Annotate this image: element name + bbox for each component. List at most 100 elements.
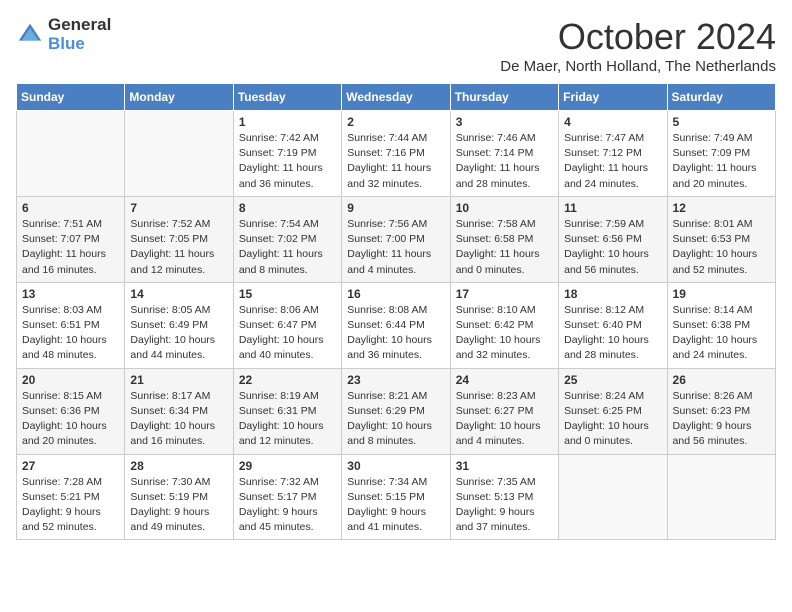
day-info: Sunrise: 8:08 AM Sunset: 6:44 PM Dayligh… xyxy=(347,303,444,364)
day-number: 6 xyxy=(22,201,119,215)
day-number: 26 xyxy=(673,373,770,387)
day-number: 10 xyxy=(456,201,553,215)
day-info: Sunrise: 8:21 AM Sunset: 6:29 PM Dayligh… xyxy=(347,389,444,450)
day-info: Sunrise: 7:28 AM Sunset: 5:21 PM Dayligh… xyxy=(22,475,119,536)
weekday-header-wednesday: Wednesday xyxy=(342,84,450,111)
day-number: 2 xyxy=(347,115,444,129)
day-info: Sunrise: 8:24 AM Sunset: 6:25 PM Dayligh… xyxy=(564,389,661,450)
calendar-cell: 17 Sunrise: 8:10 AM Sunset: 6:42 PM Dayli… xyxy=(450,282,558,368)
day-info: Sunrise: 7:54 AM Sunset: 7:02 PM Dayligh… xyxy=(239,217,336,278)
weekday-header-saturday: Saturday xyxy=(667,84,775,111)
calendar-cell: 5 Sunrise: 7:49 AM Sunset: 7:09 PM Daylig… xyxy=(667,111,775,197)
day-info: Sunrise: 7:44 AM Sunset: 7:16 PM Dayligh… xyxy=(347,131,444,192)
day-info: Sunrise: 8:05 AM Sunset: 6:49 PM Dayligh… xyxy=(130,303,227,364)
day-info: Sunrise: 7:49 AM Sunset: 7:09 PM Dayligh… xyxy=(673,131,770,192)
calendar-week-4: 20 Sunrise: 8:15 AM Sunset: 6:36 PM Dayli… xyxy=(17,368,776,454)
calendar-cell: 25 Sunrise: 8:24 AM Sunset: 6:25 PM Dayli… xyxy=(559,368,667,454)
calendar-cell: 24 Sunrise: 8:23 AM Sunset: 6:27 PM Dayli… xyxy=(450,368,558,454)
day-number: 24 xyxy=(456,373,553,387)
day-info: Sunrise: 7:52 AM Sunset: 7:05 PM Dayligh… xyxy=(130,217,227,278)
calendar-cell xyxy=(125,111,233,197)
day-info: Sunrise: 8:01 AM Sunset: 6:53 PM Dayligh… xyxy=(673,217,770,278)
calendar-week-1: 1 Sunrise: 7:42 AM Sunset: 7:19 PM Daylig… xyxy=(17,111,776,197)
day-number: 13 xyxy=(22,287,119,301)
day-number: 12 xyxy=(673,201,770,215)
day-info: Sunrise: 8:19 AM Sunset: 6:31 PM Dayligh… xyxy=(239,389,336,450)
day-number: 16 xyxy=(347,287,444,301)
day-number: 28 xyxy=(130,459,227,473)
day-info: Sunrise: 7:51 AM Sunset: 7:07 PM Dayligh… xyxy=(22,217,119,278)
day-number: 27 xyxy=(22,459,119,473)
day-info: Sunrise: 8:17 AM Sunset: 6:34 PM Dayligh… xyxy=(130,389,227,450)
calendar-cell: 18Sunrise: 8:12 AM Sunset: 6:40 PM Dayli… xyxy=(559,282,667,368)
day-info: Sunrise: 7:35 AM Sunset: 5:13 PM Dayligh… xyxy=(456,475,553,536)
calendar-week-2: 6 Sunrise: 7:51 AM Sunset: 7:07 PM Daylig… xyxy=(17,196,776,282)
day-info: Sunrise: 7:58 AM Sunset: 6:58 PM Dayligh… xyxy=(456,217,553,278)
day-info: Sunrise: 7:56 AM Sunset: 7:00 PM Dayligh… xyxy=(347,217,444,278)
calendar-cell: 1 Sunrise: 7:42 AM Sunset: 7:19 PM Daylig… xyxy=(233,111,341,197)
day-number: 20 xyxy=(22,373,119,387)
month-title: October 2024 xyxy=(500,16,776,58)
day-number: 29 xyxy=(239,459,336,473)
day-info: Sunrise: 8:14 AM Sunset: 6:38 PM Dayligh… xyxy=(673,303,770,364)
day-info: Sunrise: 8:15 AM Sunset: 6:36 PM Dayligh… xyxy=(22,389,119,450)
day-number: 30 xyxy=(347,459,444,473)
calendar-cell: 12 Sunrise: 8:01 AM Sunset: 6:53 PM Dayli… xyxy=(667,196,775,282)
day-number: 11 xyxy=(564,201,661,215)
calendar-cell: 26 Sunrise: 8:26 AM Sunset: 6:23 PM Dayli… xyxy=(667,368,775,454)
day-number: 17 xyxy=(456,287,553,301)
calendar-table: SundayMondayTuesdayWednesdayThursdayFrid… xyxy=(16,83,776,540)
day-number: 23 xyxy=(347,373,444,387)
weekday-header-monday: Monday xyxy=(125,84,233,111)
location: De Maer, North Holland, The Netherlands xyxy=(500,58,776,75)
weekday-header-tuesday: Tuesday xyxy=(233,84,341,111)
day-number: 3 xyxy=(456,115,553,129)
day-number: 15 xyxy=(239,287,336,301)
calendar-cell: 3 Sunrise: 7:46 AM Sunset: 7:14 PM Daylig… xyxy=(450,111,558,197)
day-number: 7 xyxy=(130,201,227,215)
calendar-cell: 15Sunrise: 8:06 AM Sunset: 6:47 PM Dayli… xyxy=(233,282,341,368)
calendar-cell: 6 Sunrise: 7:51 AM Sunset: 7:07 PM Daylig… xyxy=(17,196,125,282)
day-info: Sunrise: 7:30 AM Sunset: 5:19 PM Dayligh… xyxy=(130,475,227,536)
day-number: 21 xyxy=(130,373,227,387)
calendar-week-5: 27 Sunrise: 7:28 AM Sunset: 5:21 PM Dayli… xyxy=(17,454,776,540)
logo-text: General Blue xyxy=(48,16,111,53)
calendar-cell xyxy=(17,111,125,197)
weekday-header-sunday: Sunday xyxy=(17,84,125,111)
calendar-cell: 10 Sunrise: 7:58 AM Sunset: 6:58 PM Dayli… xyxy=(450,196,558,282)
calendar-cell: 13Sunrise: 8:03 AM Sunset: 6:51 PM Dayli… xyxy=(17,282,125,368)
day-info: Sunrise: 7:42 AM Sunset: 7:19 PM Dayligh… xyxy=(239,131,336,192)
day-number: 22 xyxy=(239,373,336,387)
logo: General Blue xyxy=(16,16,111,53)
day-info: Sunrise: 7:34 AM Sunset: 5:15 PM Dayligh… xyxy=(347,475,444,536)
day-info: Sunrise: 7:46 AM Sunset: 7:14 PM Dayligh… xyxy=(456,131,553,192)
calendar-cell xyxy=(667,454,775,540)
calendar-cell: 11 Sunrise: 7:59 AM Sunset: 6:56 PM Dayli… xyxy=(559,196,667,282)
day-number: 19 xyxy=(673,287,770,301)
day-number: 8 xyxy=(239,201,336,215)
weekday-header-friday: Friday xyxy=(559,84,667,111)
title-block: October 2024 De Maer, North Holland, The… xyxy=(500,16,776,75)
calendar-header: SundayMondayTuesdayWednesdayThursdayFrid… xyxy=(17,84,776,111)
day-number: 1 xyxy=(239,115,336,129)
logo-icon xyxy=(16,21,44,49)
calendar-cell: 22 Sunrise: 8:19 AM Sunset: 6:31 PM Dayli… xyxy=(233,368,341,454)
calendar-cell: 4Sunrise: 7:47 AM Sunset: 7:12 PM Daylig… xyxy=(559,111,667,197)
day-info: Sunrise: 7:59 AM Sunset: 6:56 PM Dayligh… xyxy=(564,217,661,278)
calendar-cell: 19 Sunrise: 8:14 AM Sunset: 6:38 PM Dayli… xyxy=(667,282,775,368)
calendar-cell: 31 Sunrise: 7:35 AM Sunset: 5:13 PM Dayli… xyxy=(450,454,558,540)
calendar-cell: 27 Sunrise: 7:28 AM Sunset: 5:21 PM Dayli… xyxy=(17,454,125,540)
calendar-cell: 16 Sunrise: 8:08 AM Sunset: 6:44 PM Dayli… xyxy=(342,282,450,368)
calendar-cell: 14Sunrise: 8:05 AM Sunset: 6:49 PM Dayli… xyxy=(125,282,233,368)
day-number: 25 xyxy=(564,373,661,387)
day-info: Sunrise: 8:10 AM Sunset: 6:42 PM Dayligh… xyxy=(456,303,553,364)
calendar-cell: 21 Sunrise: 8:17 AM Sunset: 6:34 PM Dayli… xyxy=(125,368,233,454)
day-info: Sunrise: 7:32 AM Sunset: 5:17 PM Dayligh… xyxy=(239,475,336,536)
day-number: 31 xyxy=(456,459,553,473)
day-number: 5 xyxy=(673,115,770,129)
day-number: 18 xyxy=(564,287,661,301)
day-number: 4 xyxy=(564,115,661,129)
page-header: General Blue October 2024 De Maer, North… xyxy=(16,16,776,75)
day-info: Sunrise: 8:26 AM Sunset: 6:23 PM Dayligh… xyxy=(673,389,770,450)
day-info: Sunrise: 8:23 AM Sunset: 6:27 PM Dayligh… xyxy=(456,389,553,450)
